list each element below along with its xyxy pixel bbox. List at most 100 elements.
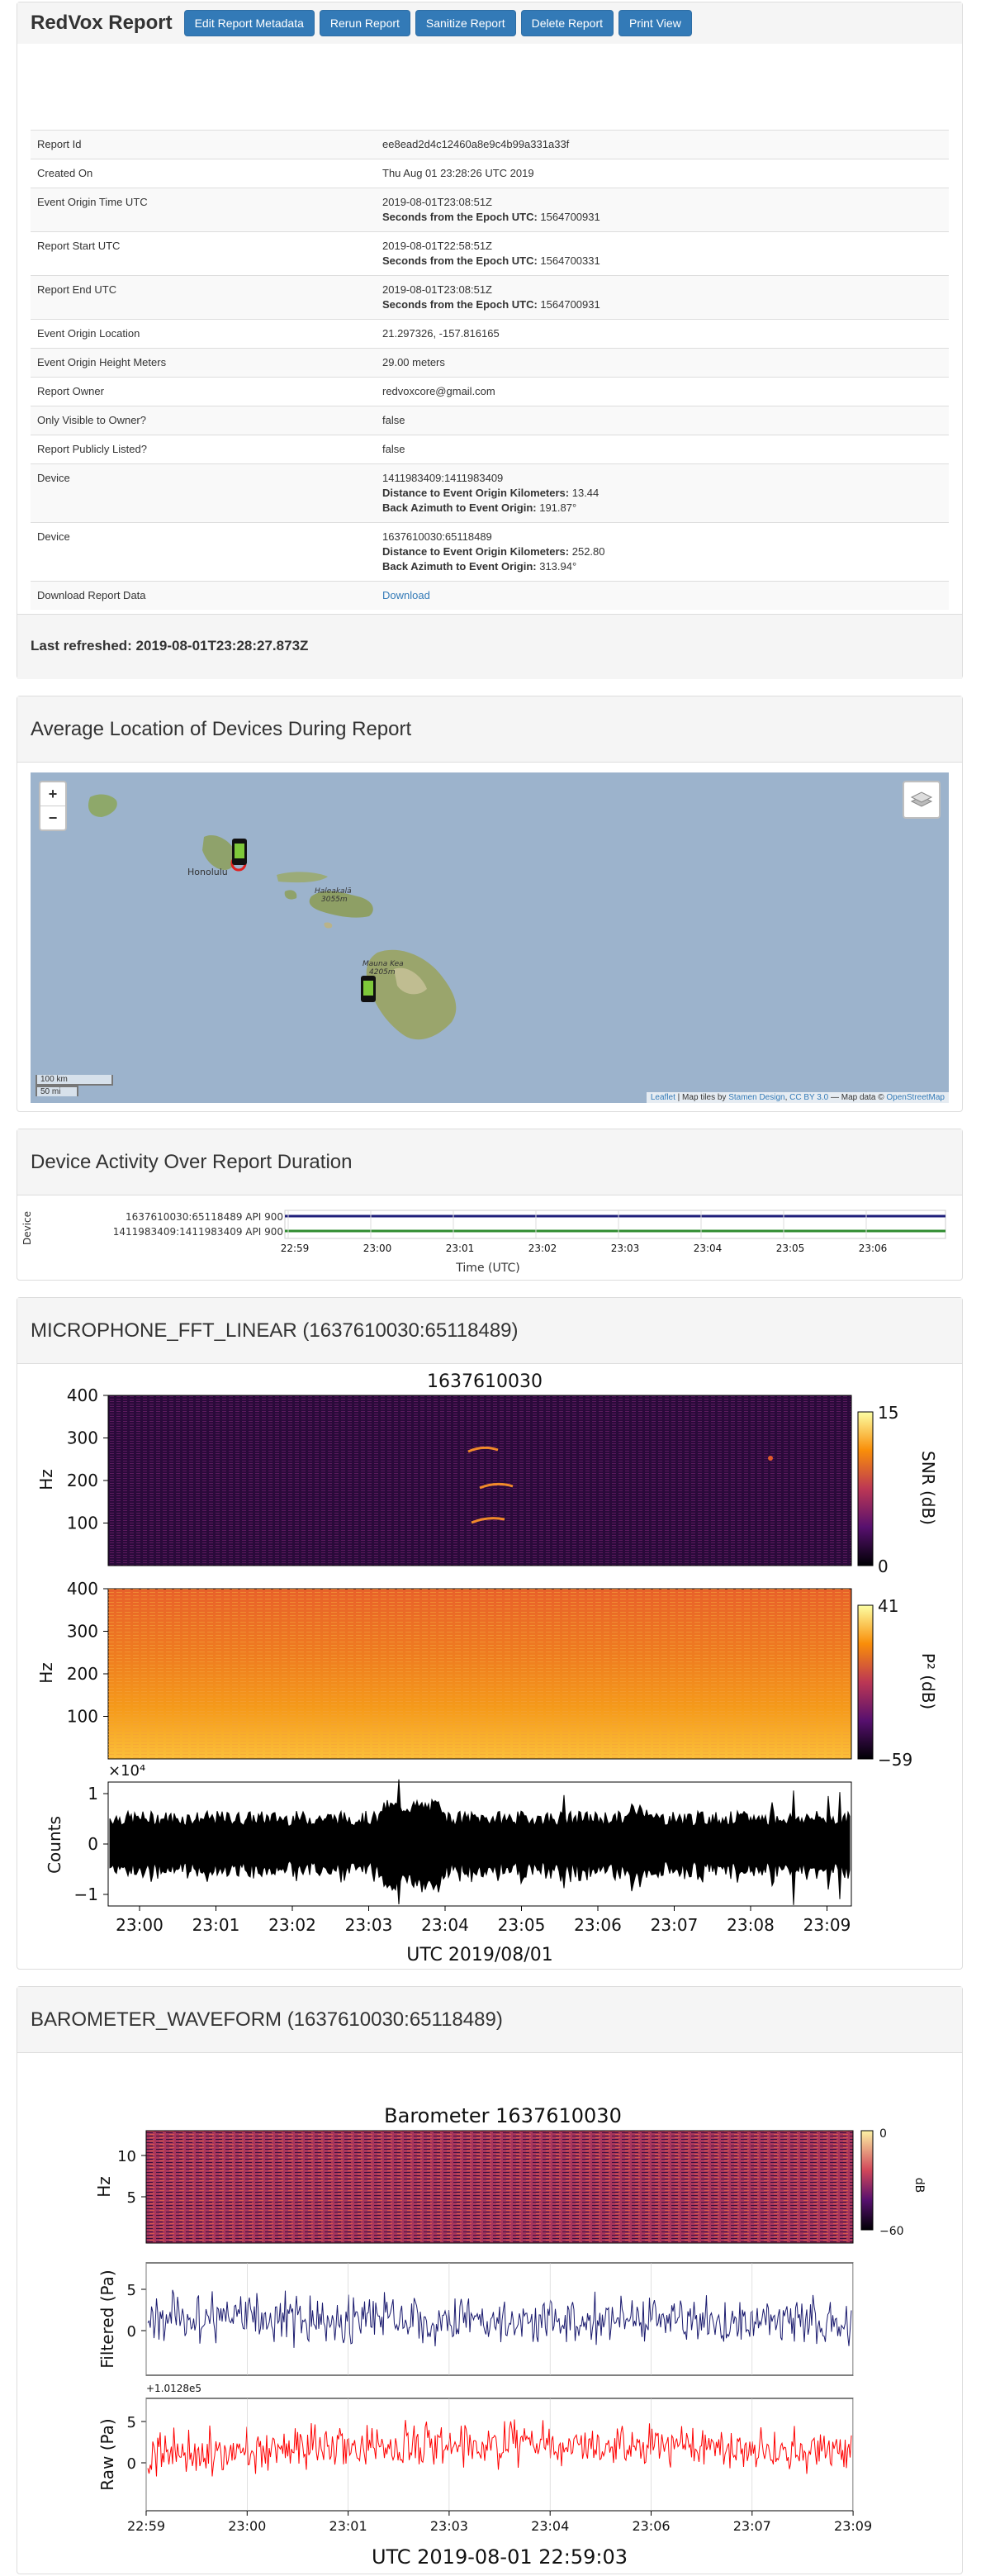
stamen-link[interactable]: Stamen Design [728, 1093, 784, 1102]
zoom-in-button[interactable]: + [40, 782, 65, 806]
snr-hotspot [768, 1456, 773, 1461]
rerun-report-button[interactable]: Rerun Report [319, 10, 410, 36]
fft-x-tick-label: 23:04 [421, 1915, 469, 1935]
p2-colorbar [857, 1604, 874, 1760]
metadata-sublabel: Distance to Event Origin Kilometers: [382, 545, 570, 558]
fft-x-tick-label: 23:03 [345, 1915, 393, 1935]
metadata-subvalue: Seconds from the Epoch UTC: 1564700331 [382, 254, 942, 269]
metadata-value: ee8ead2d4c12460a8e9c4b99a331a33f [382, 138, 570, 150]
filtered-tick-label: 5 [127, 2282, 136, 2299]
metadata-value: false [382, 443, 405, 455]
baro-colorbar [860, 2130, 874, 2231]
hz-tick-label: 400 [67, 1385, 98, 1405]
map-view[interactable]: Honolulu Haleakalā 3055m Mauna Kea 4205m… [31, 772, 949, 1103]
layers-control[interactable] [903, 781, 941, 819]
download-link[interactable]: Download [382, 589, 430, 601]
fft-x-tick-label: 23:01 [192, 1915, 240, 1935]
baro-cbar-max: 0 [879, 2127, 887, 2141]
activity-tick-label: 22:59 [281, 1243, 310, 1254]
activity-tick-label: 23:06 [859, 1243, 888, 1254]
p2-cbar-label: P² (dB) [918, 1653, 938, 1709]
activity-plot-area [284, 1210, 946, 1239]
osm-link[interactable]: OpenStreetMap [886, 1093, 945, 1102]
metadata-value: false [382, 414, 405, 426]
snr-cbar-min: 0 [878, 1557, 889, 1576]
attribution-text: | Map tiles by [675, 1093, 729, 1102]
metadata-key: Event Origin Height Meters [31, 348, 376, 378]
scale-km: 100 km [36, 1075, 113, 1086]
island-molokai [277, 872, 328, 883]
metadata-row: Event Origin Time UTC 2019-08-01T23:08:51… [31, 188, 949, 232]
baro-plot-title: Barometer 1637610030 [384, 2104, 622, 2127]
fft-panel: MICROPHONE_FFT_LINEAR (1637610030:651184… [17, 1297, 963, 1970]
island-kauai [88, 794, 117, 817]
hz-tick-label: 100 [67, 1514, 98, 1533]
fft-x-tick-label: 23:02 [268, 1915, 316, 1935]
metadata-value-cell: 2019-08-01T23:08:51Z Seconds from the Epo… [376, 275, 949, 320]
hz-tick-label: 200 [67, 1664, 98, 1684]
p2-cbar-max: 41 [878, 1596, 898, 1616]
layers-icon [910, 791, 933, 807]
metadata-value-cell: Thu Aug 01 23:28:26 UTC 2019 [376, 159, 949, 188]
metadata-subnumber: 1564700931 [540, 211, 600, 223]
delete-report-button[interactable]: Delete Report [520, 10, 614, 36]
metadata-value-cell: 2019-08-01T23:08:51Z Seconds from the Epo… [376, 188, 949, 232]
fft-plot-title: 1637610030 [427, 1371, 543, 1392]
leaflet-link[interactable]: Leaflet [651, 1093, 675, 1102]
metadata-row: Event Origin Height Meters 29.00 meters [31, 348, 949, 378]
metadata-subvalue: Back Azimuth to Event Origin: 191.87° [382, 501, 942, 516]
device-marker-1411983409[interactable] [232, 839, 247, 865]
activity-ylabel: Device [21, 1211, 33, 1245]
baro-x-tick-label: 23:04 [531, 2518, 569, 2534]
map-header: Average Location of Devices During Repor… [17, 696, 962, 763]
metadata-value-cell: 1411983409:1411983409 Distance to Event O… [376, 463, 949, 523]
metadata-value: 2019-08-01T23:08:51Z [382, 196, 492, 208]
activity-tick-label: 23:05 [776, 1243, 805, 1254]
metadata-row: Event Origin Location 21.297326, -157.816… [31, 319, 949, 349]
map-panel: Average Location of Devices During Repor… [17, 696, 963, 1112]
metadata-key: Event Origin Time UTC [31, 188, 376, 232]
metadata-row: Report Start UTC 2019-08-01T22:58:51Z Seco… [31, 231, 949, 276]
metadata-value: 1411983409:1411983409 [382, 472, 504, 484]
cc-link[interactable]: CC BY 3.0 [789, 1093, 828, 1102]
counts-tick-label: 0 [88, 1834, 98, 1854]
sanitize-report-button[interactable]: Sanitize Report [415, 10, 516, 36]
edit-metadata-button[interactable]: Edit Report Metadata [183, 10, 315, 36]
report-panel: RedVox Report Edit Report Metadata Rerun… [17, 2, 963, 679]
fft-x-tick-label: 23:08 [727, 1915, 775, 1935]
fft-title: MICROPHONE_FFT_LINEAR (1637610030:651184… [31, 1319, 519, 1342]
metadata-row: Report Id ee8ead2d4c12460a8e9c4b99a331a33… [31, 130, 949, 159]
baro-xlabel: UTC 2019-08-01 22:59:03 [372, 2545, 628, 2569]
baro-title: BAROMETER_WAVEFORM (1637610030:65118489) [31, 2008, 503, 2031]
print-view-button[interactable]: Print View [618, 10, 692, 36]
counts-ylabel: Counts [45, 1816, 64, 1874]
activity-tick-label: 23:03 [611, 1243, 640, 1254]
metadata-sublabel: Back Azimuth to Event Origin: [382, 501, 537, 514]
metadata-key: Download Report Data [31, 581, 376, 610]
refresh-bar: Last refreshed: 2019-08-01T23:28:27.873Z [17, 614, 962, 679]
fft-figure: 1637610030 400 300 200 100 Hz 15 0 SNR (dB)… [36, 1371, 938, 1965]
snr-colorbar [857, 1411, 874, 1566]
metadata-row: Download Report Data Download [31, 581, 949, 610]
p2-ylabel: Hz [36, 1662, 56, 1684]
metadata-value-cell: 2019-08-01T22:58:51Z Seconds from the Epo… [376, 231, 949, 276]
metadata-sublabel: Seconds from the Epoch UTC: [382, 254, 538, 267]
baro-hz-tick-label: 10 [117, 2148, 136, 2165]
baro-x-tick-label: 23:01 [329, 2518, 367, 2534]
metadata-value: 2019-08-01T22:58:51Z [382, 240, 492, 252]
zoom-out-button[interactable]: − [40, 806, 65, 829]
metadata-value-cell: false [376, 435, 949, 464]
metadata-value-cell: 29.00 meters [376, 348, 949, 378]
metadata-row: Report Owner redvoxcore@gmail.com [31, 377, 949, 406]
island-kahoolawe [324, 922, 333, 929]
metadata-subvalue: Distance to Event Origin Kilometers: 13.… [382, 486, 942, 501]
baro-x-tick-label: 23:00 [228, 2518, 266, 2534]
snr-cbar-label: SNR (dB) [918, 1451, 938, 1525]
baro-cbar-label: dB [912, 2178, 926, 2193]
metadata-value: Thu Aug 01 23:28:26 UTC 2019 [382, 167, 534, 179]
baro-figure: Barometer 1637610030 105 Hz 0 −60 dB 50 … [94, 2104, 926, 2569]
metadata-row: Report End UTC 2019-08-01T23:08:51Z Second… [31, 275, 949, 320]
filtered-ylabel: Filtered (Pa) [97, 2269, 117, 2368]
device-marker-1637610030[interactable] [361, 976, 376, 1002]
activity-xlabel: Time (UTC) [455, 1262, 519, 1275]
